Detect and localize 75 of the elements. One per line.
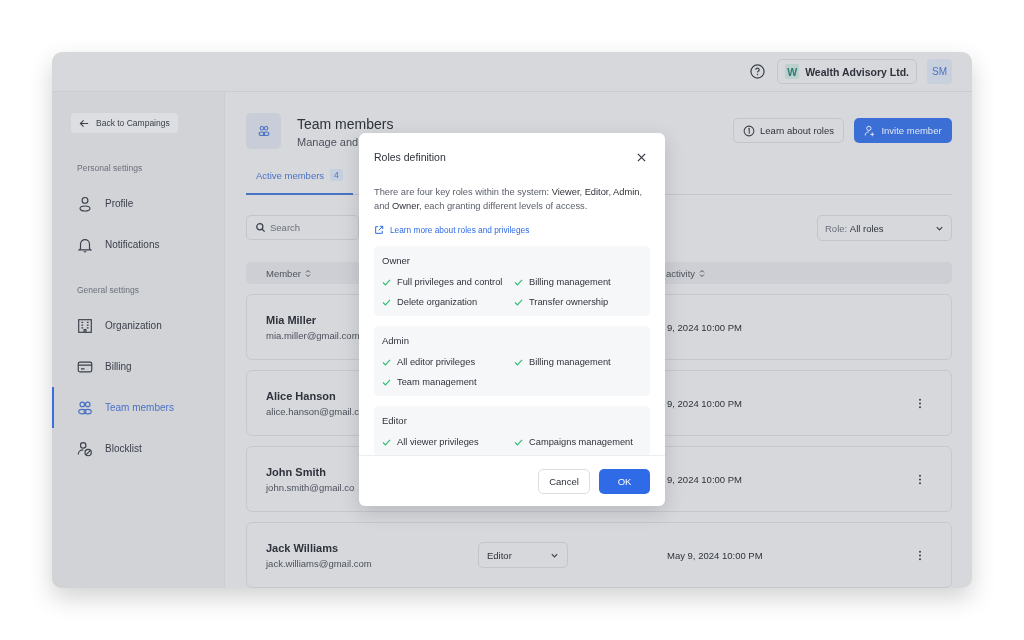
privilege-text: Delete organization: [397, 297, 478, 307]
privilege-text: Full privileges and control: [397, 277, 503, 287]
member-email: jack.williams@gmail.com: [266, 557, 372, 569]
check-icon: [382, 438, 391, 446]
check-icon: [382, 358, 391, 366]
check-icon: [514, 438, 523, 446]
sort-icon: [699, 268, 706, 278]
role-dropdown[interactable]: Editor: [478, 542, 568, 568]
privilege-text: Campaigns management: [529, 437, 633, 447]
external-link-icon: [374, 225, 384, 235]
dialog-title: Roles definition: [374, 151, 446, 163]
sidebar-item[interactable]: Profile: [52, 183, 224, 224]
person-icon: [76, 194, 94, 213]
back-button[interactable]: Back to Campaings: [71, 113, 178, 133]
privilege-text: Transfer ownership: [529, 297, 609, 307]
check-icon: [514, 358, 523, 366]
member-name: Jack Williams: [266, 541, 339, 554]
sidebar-item[interactable]: Organization: [52, 305, 224, 346]
privilege-text: Billing management: [529, 277, 611, 287]
page-subtitle: Manage and: [297, 136, 360, 148]
ok-button[interactable]: OK: [599, 468, 650, 494]
info-icon: [743, 124, 756, 137]
sort-icon: [304, 268, 311, 278]
privilege-text: All editor privileges: [397, 357, 476, 367]
check-icon: [514, 278, 523, 286]
last-activity: May 9, 2024 10:00 PM: [667, 549, 763, 561]
member-email: alice.hanson@gmail.c: [266, 405, 360, 417]
privilege-text: Billing management: [529, 357, 611, 367]
section-title: Personal settings: [76, 163, 144, 173]
arrow-left-icon: [79, 117, 90, 129]
role-name: Owner: [382, 255, 411, 266]
more-options-icon[interactable]: [918, 550, 922, 561]
privilege-text: Team management: [397, 377, 477, 387]
column-header[interactable]: Member: [266, 267, 311, 279]
search-field[interactable]: Search: [246, 215, 359, 240]
sidebar-item[interactable]: Notifications: [52, 224, 224, 265]
search-icon: [255, 222, 266, 233]
organization-selector[interactable]: W Wealth Advisory Ltd.: [777, 59, 917, 84]
last-activity: 9, 2024 10:00 PM: [667, 321, 742, 333]
dialog-description: There are four key roles within the system: Viewer, Editor, Admin, and Owner, each granting different levels of access.: [374, 186, 644, 213]
role-name: Admin: [382, 335, 410, 346]
last-activity: 9, 2024 10:00 PM: [667, 397, 742, 409]
role-filter-dropdown[interactable]: Role: All roles: [817, 215, 952, 241]
check-icon: [382, 278, 391, 286]
last-activity: 9, 2024 10:00 PM: [667, 473, 742, 485]
privilege-text: All viewer privileges: [397, 437, 479, 447]
help-icon[interactable]: [750, 64, 766, 79]
member-email: mia.miller@gmail.com: [266, 329, 360, 341]
more-options-icon[interactable]: [918, 398, 922, 409]
cancel-button[interactable]: Cancel: [538, 468, 590, 494]
invite-member-button[interactable]: Invite member: [854, 118, 952, 143]
close-icon[interactable]: [637, 152, 646, 162]
column-header[interactable]: activity: [666, 267, 706, 279]
learn-roles-button[interactable]: Learn about roles: [733, 118, 844, 143]
block-icon: [76, 439, 94, 458]
more-options-icon[interactable]: [918, 474, 922, 485]
check-icon: [382, 298, 391, 306]
check-icon: [514, 298, 523, 306]
check-icon: [382, 378, 391, 386]
organization-name: Wealth Advisory Ltd.: [805, 65, 909, 78]
member-email: john.smith@gmail.co: [266, 481, 355, 493]
organization-initial: W: [785, 64, 800, 79]
count-badge: 4: [330, 169, 343, 181]
sidebar-item[interactable]: Billing: [52, 346, 224, 387]
sidebar-item[interactable]: Blocklist: [52, 428, 224, 469]
member-name: Alice Hanson: [266, 389, 336, 402]
add-user-icon: [864, 124, 877, 137]
member-name: Mia Miller: [266, 313, 317, 326]
building-icon: [76, 316, 94, 335]
section-title: General settings: [76, 285, 140, 295]
learn-more-link[interactable]: Learn more about roles and privileges: [374, 225, 530, 235]
role-name: Editor: [382, 415, 408, 426]
team-icon: [246, 113, 281, 149]
member-name: John Smith: [266, 465, 326, 478]
page-title: Team members: [297, 116, 395, 132]
